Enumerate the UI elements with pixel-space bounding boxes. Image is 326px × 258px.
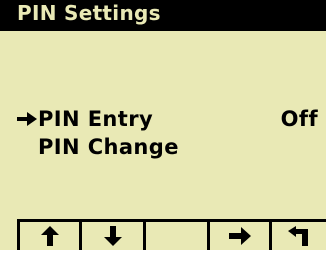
menu-item-label: PIN Entry [38, 107, 154, 131]
menu-item-pin-change[interactable]: PIN Change [0, 132, 326, 162]
menu-item-label: PIN Change [38, 135, 179, 159]
title-bar: PIN Settings [0, 0, 326, 31]
softkey-select-button[interactable] [207, 222, 269, 250]
arrow-right-icon [228, 227, 251, 245]
menu-item-value: Off [280, 107, 318, 131]
arrow-up-icon [40, 226, 59, 246]
page-title: PIN Settings [17, 1, 161, 25]
softkey-down-button[interactable] [79, 222, 143, 250]
softkey-bar [17, 219, 326, 250]
lcd-screen: PIN Settings PIN Entry Off PIN Change [0, 0, 326, 250]
return-arrow-icon [288, 226, 308, 246]
softkey-back-button[interactable] [269, 222, 326, 250]
softkey-up-button[interactable] [17, 222, 79, 250]
softkey-blank-button[interactable] [143, 222, 207, 250]
right-arrow-cursor-icon [17, 112, 37, 126]
arrow-down-icon [103, 226, 122, 246]
menu-item-pin-entry[interactable]: PIN Entry Off [0, 104, 326, 134]
